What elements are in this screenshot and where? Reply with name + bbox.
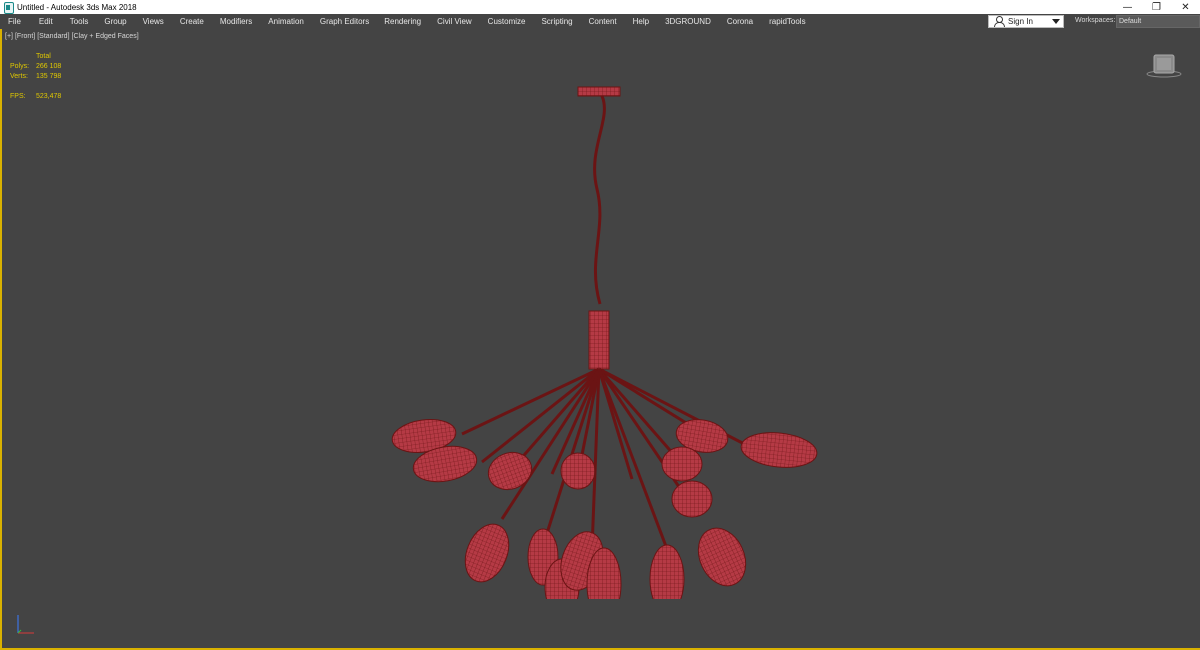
viewcube-icon[interactable]	[1146, 53, 1182, 79]
menu-scripting[interactable]: Scripting	[541, 14, 572, 29]
fps-label: FPS:	[10, 93, 26, 100]
title-bar: Untitled - Autodesk 3ds Max 2018 — ❐ ✕	[0, 0, 1200, 14]
polys-value: 266 108	[36, 63, 62, 70]
menu-create[interactable]: Create	[180, 14, 204, 29]
verts-value: 135 798	[36, 73, 62, 80]
menu-file[interactable]: File	[8, 14, 21, 29]
menu-group[interactable]: Group	[104, 14, 126, 29]
menu-modifiers[interactable]: Modifiers	[220, 14, 252, 29]
menu-customize[interactable]: Customize	[488, 14, 526, 29]
menu-rapidtools[interactable]: rapidTools	[769, 14, 805, 29]
sign-in-dropdown[interactable]: Sign In	[988, 15, 1064, 28]
menu-views[interactable]: Views	[143, 14, 164, 29]
chevron-down-icon	[1052, 19, 1060, 24]
menu-civil-view[interactable]: Civil View	[437, 14, 472, 29]
3dsmax-app-icon[interactable]	[3, 2, 14, 14]
menu-tools[interactable]: Tools	[70, 14, 89, 29]
viewport-label: [+] [Front] [Standard] [Clay + Edged Fac…	[5, 33, 139, 40]
menu-help[interactable]: Help	[633, 14, 649, 29]
menu-3dground[interactable]: 3DGROUND	[665, 14, 711, 29]
user-icon	[993, 16, 1005, 27]
polys-label: Polys:	[10, 63, 30, 70]
restore-button[interactable]: ❐	[1142, 0, 1171, 14]
workspaces-label: Workspaces:	[1075, 17, 1116, 24]
chandelier-model[interactable]	[382, 79, 832, 599]
viewport-shading-standard[interactable]: [Standard]	[37, 33, 69, 40]
verts-label: Verts:	[10, 73, 28, 80]
menu-graph-editors[interactable]: Graph Editors	[320, 14, 369, 29]
window-controls: — ❐ ✕	[1113, 0, 1200, 14]
axis-tripod-icon	[17, 615, 34, 634]
front-viewport[interactable]: [+] [Front] [Standard] [Clay + Edged Fac…	[0, 29, 1200, 650]
menu-content[interactable]: Content	[589, 14, 617, 29]
menu-edit[interactable]: Edit	[39, 14, 53, 29]
viewport-menu-plus[interactable]: [+]	[5, 33, 13, 40]
sign-in-label: Sign In	[1008, 17, 1033, 26]
viewport-point-of-view[interactable]: [Front]	[15, 33, 35, 40]
window-title: Untitled - Autodesk 3ds Max 2018	[17, 2, 137, 12]
menu-rendering[interactable]: Rendering	[384, 14, 421, 29]
close-button[interactable]: ✕	[1171, 0, 1200, 14]
main-menu: File Edit Tools Group Views Create Modif…	[0, 14, 806, 29]
menu-bar: File Edit Tools Group Views Create Modif…	[0, 14, 1200, 29]
minimize-button[interactable]: —	[1113, 0, 1142, 14]
viewport-shading-mode[interactable]: [Clay + Edged Faces]	[72, 33, 139, 40]
scene-statistics: Total Polys: 266 108 Verts: 135 798 FPS: 52…	[10, 52, 61, 102]
stats-header: Total	[36, 53, 51, 60]
menu-corona[interactable]: Corona	[727, 14, 753, 29]
fps-value: 523,478	[36, 93, 62, 100]
workspace-select[interactable]: Default	[1116, 15, 1200, 28]
menu-animation[interactable]: Animation	[268, 14, 304, 29]
